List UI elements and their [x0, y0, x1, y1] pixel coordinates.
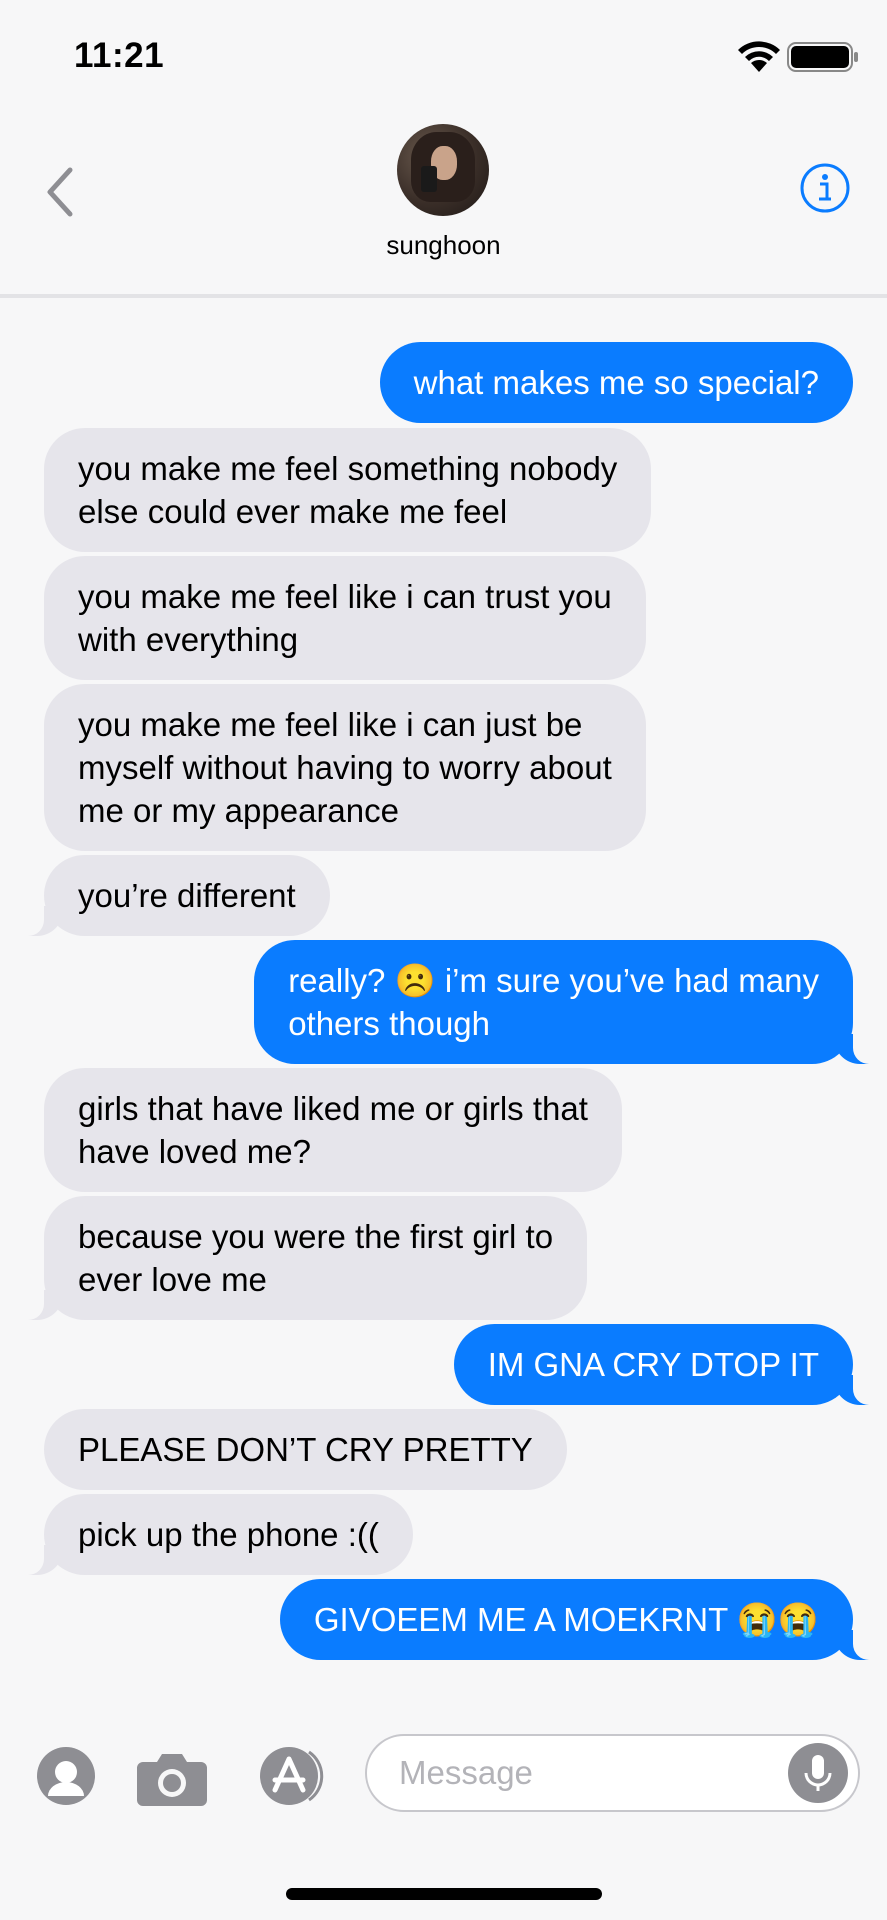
message-bubble-incoming[interactable]: PLEASE DON’T CRY PRETTY [44, 1409, 567, 1490]
home-indicator[interactable] [286, 1888, 602, 1900]
message-list: what makes me so special? you make me fe… [0, 298, 887, 1718]
message-bubble-incoming[interactable]: girls that have liked me or girls that h… [44, 1068, 622, 1192]
status-bar: 11:21 [0, 0, 887, 110]
message-bubble-outgoing[interactable]: really? ☹️ i’m sure you’ve had many othe… [254, 940, 881, 1064]
message-bubble-outgoing[interactable]: what makes me so special? [379, 342, 853, 423]
message-input[interactable]: Message [365, 1734, 860, 1812]
message-bubble-incoming[interactable]: you make me feel like i can trust you wi… [44, 556, 646, 680]
message-bubble-incoming[interactable]: you make me feel like i can just be myse… [44, 684, 646, 851]
message-placeholder: Message [399, 1754, 533, 1791]
message-bubble-incoming[interactable]: because you were the first girl to ever … [15, 1196, 588, 1320]
chevron-left-icon[interactable] [40, 162, 80, 222]
conversation-header: sunghoon [0, 110, 887, 294]
message-bubble-incoming[interactable]: you’re different [16, 855, 330, 936]
app-store-icon[interactable] [253, 1746, 333, 1806]
wifi-icon [738, 41, 780, 72]
microphone-icon[interactable] [788, 1743, 848, 1803]
message-bubble-incoming[interactable]: you make me feel something nobody else c… [44, 428, 652, 552]
status-time: 11:21 [74, 36, 165, 75]
contact-avatar[interactable] [397, 124, 489, 216]
message-bubble-incoming[interactable]: pick up the phone :(( [16, 1494, 413, 1575]
camera-icon[interactable] [135, 1750, 209, 1806]
memoji-icon[interactable] [36, 1746, 96, 1806]
contact-name[interactable]: sunghoon [0, 230, 887, 261]
info-icon[interactable] [799, 162, 851, 214]
message-bubble-outgoing[interactable]: IM GNA CRY DTOP IT [453, 1324, 882, 1405]
message-bubble-outgoing[interactable]: GIVOEEM ME A MOEKRNT 😭😭 [279, 1579, 882, 1660]
battery-icon [787, 42, 858, 72]
